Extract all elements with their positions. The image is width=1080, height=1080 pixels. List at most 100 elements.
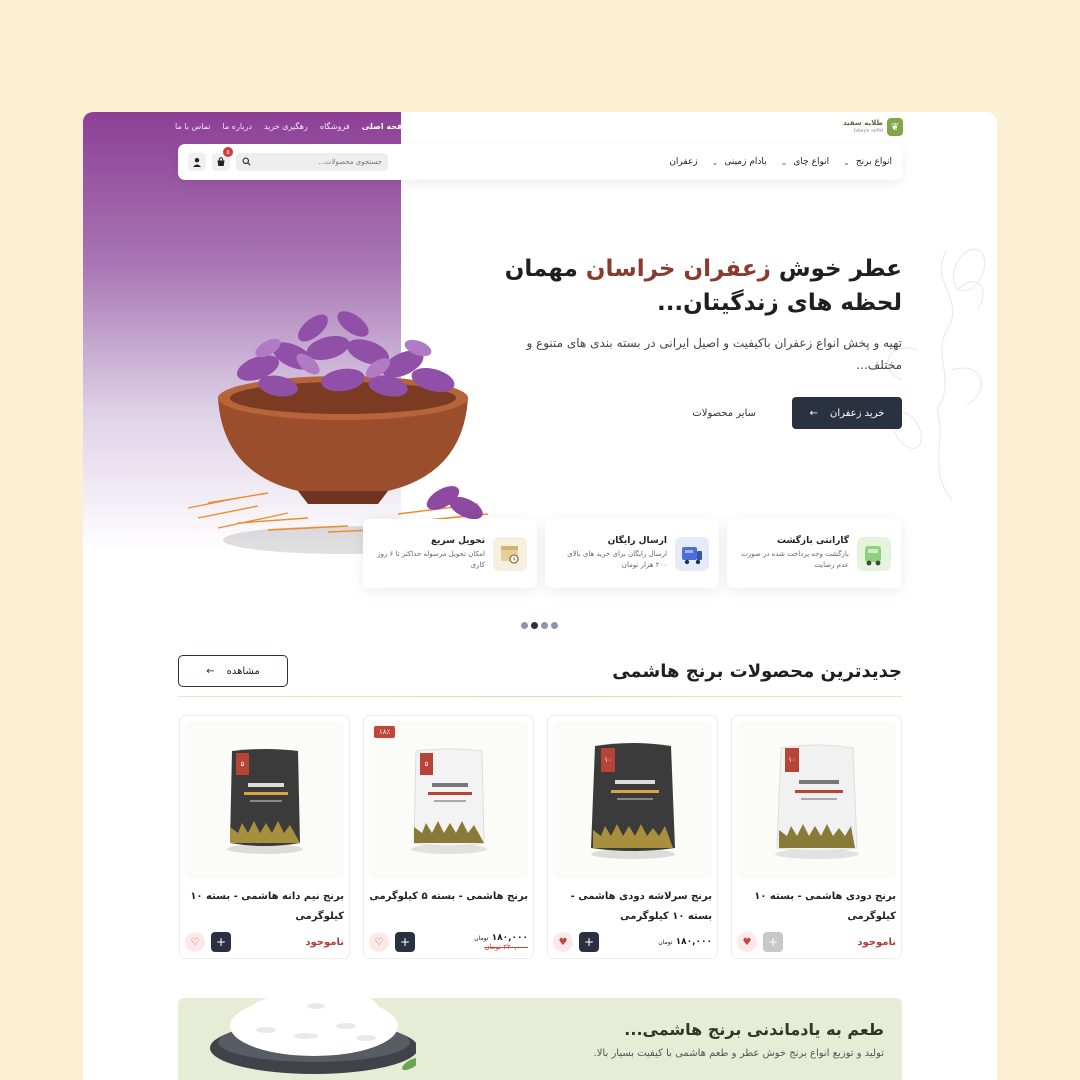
add-to-cart-button[interactable]: + [211, 932, 231, 952]
cart-count-badge: ۵ [223, 147, 233, 157]
add-to-cart-button[interactable]: + [763, 932, 783, 952]
heart-icon[interactable]: ♥ [553, 932, 573, 952]
slider-dot[interactable] [521, 622, 528, 629]
rice-promo-banner: طعم به یادماندنی برنج هاشمی... تولید و ت… [178, 998, 902, 1080]
product-name[interactable]: برنج سرلاشه دودی هاشمی - بسته ۱۰ کیلوگرم… [553, 887, 712, 931]
wheat-logo-icon: ❦ [887, 118, 903, 136]
toplink-shop[interactable]: فروشگاه [320, 122, 350, 131]
browser-page: صفحه اصلی فروشگاه رهگیری خرید درباره ما … [83, 112, 997, 1080]
chevron-down-icon: ⌄ [711, 157, 719, 167]
feature-desc: بازگشت وجه پرداخت شده در صورت عدم رضایت [741, 550, 849, 569]
product-card[interactable]: ۱۰ برنج سرلاشه دودی هاشمی - بسته ۱۰ کیلو… [547, 715, 718, 959]
search-input[interactable] [262, 158, 382, 166]
top-links: صفحه اصلی فروشگاه رهگیری خرید درباره ما … [175, 122, 410, 131]
hero-title: عطر خوش زعفران خراسان مهمان لحظه های زند… [482, 252, 902, 320]
feature-title: گارانتی بازگشت [776, 536, 849, 546]
nav-item-tea[interactable]: انواع چای ⌄ [781, 157, 829, 167]
price-value: ۱۸۰,۰۰۰ [675, 937, 712, 947]
product-name[interactable]: برنج نیم دانه هاشمی - بسته ۱۰ کیلوگرمی [185, 887, 344, 931]
heart-icon[interactable]: ♡ [369, 932, 389, 952]
feature-title: تحویل سریع [430, 536, 485, 546]
heart-icon[interactable]: ♥ [737, 932, 757, 952]
product-footer: ۱۸۰,۰۰۰ تومان ۲۲۰,۰۰۰ تومان ♡ + [369, 932, 528, 952]
out-of-stock-label: ناموجود [305, 936, 344, 948]
feature-desc: ارسال رایگان برای خرید های بالای ۲۰۰ هزا… [567, 550, 667, 569]
price-currency: تومان [658, 939, 673, 946]
svg-text:۵: ۵ [240, 760, 244, 768]
product-image: ۱۰ [553, 721, 712, 879]
price-currency: تومان [474, 935, 489, 942]
svg-text:۱۰: ۱۰ [604, 756, 612, 764]
logo-text: طلایه سفید talaye sefid [843, 119, 883, 135]
hero-buttons: خرید زعفران ← سایر محصولات [692, 397, 902, 429]
product-grid: ۱۰ برنج دودی هاشمی - بسته ۱۰ کیلوگرمی نا… [178, 715, 902, 959]
chevron-down-icon: ⌄ [780, 157, 788, 167]
buy-saffron-label: خرید زعفران [829, 407, 885, 419]
free-shipping-icon [675, 536, 709, 571]
nav-item-peanut[interactable]: بادام زمینی ⌄ [712, 157, 767, 167]
svg-text:۱۰: ۱۰ [788, 756, 796, 764]
product-price: ۱۸۰,۰۰۰ تومان [658, 937, 712, 947]
buy-saffron-button[interactable]: خرید زعفران ← [792, 397, 902, 429]
product-card[interactable]: ۱۰ برنج دودی هاشمی - بسته ۱۰ کیلوگرمی نا… [731, 715, 902, 959]
logo-tagline: talaye sefid [853, 128, 883, 134]
arrow-left-icon: ← [809, 407, 818, 419]
product-price: ۱۸۰,۰۰۰ تومان ۲۲۰,۰۰۰ تومان [474, 933, 528, 951]
nav-label-rice: انواع برنج [855, 157, 892, 167]
feature-title: ارسال رایگان [607, 536, 667, 546]
nav-item-rice[interactable]: انواع برنج ⌄ [843, 157, 892, 167]
product-footer: ناموجود ♥ + [737, 932, 896, 952]
slider-dot[interactable] [541, 622, 548, 629]
product-card[interactable]: ۵ برنج نیم دانه هاشمی - بسته ۱۰ کیلوگرمی… [179, 715, 350, 959]
view-all-button[interactable]: مشاهده ← [178, 655, 288, 687]
search-box[interactable] [236, 153, 388, 171]
main-navbar: ۵ انواع برنج ⌄ انواع چای ⌄ بادام زمینی ⌄ زع… [178, 144, 902, 180]
site-logo[interactable]: طلایه سفید talaye sefid ❦ [843, 118, 903, 136]
feature-desc: امکان تحویل مرسوله حداکثر تا ۶ روز کاری [377, 550, 485, 569]
toplink-about[interactable]: درباره ما [223, 122, 252, 131]
user-icon[interactable] [188, 153, 206, 171]
product-footer: ۱۸۰,۰۰۰ تومان ♥ + [553, 932, 712, 952]
old-price-currency: تومان [484, 943, 501, 951]
nav-label-tea: انواع چای [793, 157, 830, 167]
product-name[interactable]: برنج دودی هاشمی - بسته ۱۰ کیلوگرمی [737, 887, 896, 931]
toplink-contact[interactable]: تماس با ما [175, 122, 211, 131]
chevron-down-icon: ⌄ [843, 157, 850, 167]
toplink-tracking[interactable]: رهگیری خرید [264, 122, 308, 131]
hero-title-start: عطر خوش [770, 256, 902, 282]
product-name[interactable]: برنج هاشمی - بسته ۵ کیلوگرمی [369, 887, 528, 931]
feature-card-delivery: تحویل سریع امکان تحویل مرسوله حداکثر تا ۶… [363, 519, 537, 588]
product-image: ۵ [185, 721, 344, 879]
banner-subtitle: تولید و توزیع انواع برنج خوش عطر و طعم ه… [593, 1048, 884, 1059]
logo-name: طلایه سفید [842, 119, 883, 127]
add-to-cart-button[interactable]: + [395, 932, 415, 952]
heart-icon[interactable]: ♡ [185, 932, 205, 952]
product-card[interactable]: ۱۸٪ ۵ برنج هاشمی - بسته ۵ کیلوگرمی ۱۸۰,۰… [363, 715, 534, 959]
slider-dot-active[interactable] [531, 622, 538, 629]
fast-delivery-icon [493, 536, 527, 571]
svg-text:۵: ۵ [424, 760, 428, 768]
feature-card-shipping: ارسال رایگان ارسال رایگان برای خرید های ب… [545, 519, 719, 588]
nav-label-peanut: بادام زمینی [724, 157, 767, 167]
product-image: ۱۰ [737, 721, 896, 879]
nav-item-saffron[interactable]: زعفران [669, 157, 697, 167]
old-price: ۲۲۰,۰۰۰ [503, 943, 528, 951]
other-products-link[interactable]: سایر محصولات [692, 408, 756, 419]
cart-icon[interactable]: ۵ [212, 147, 233, 171]
feature-card-return: گارانتی بازگشت بازگشت وجه پرداخت شده در ص… [727, 519, 901, 588]
out-of-stock-label: ناموجود [857, 936, 896, 948]
feature-cards: گارانتی بازگشت بازگشت وجه پرداخت شده در ص… [363, 519, 901, 588]
product-image: ۱۸٪ ۵ [369, 721, 528, 879]
nav-label-saffron: زعفران [669, 157, 698, 167]
view-all-label: مشاهده [226, 665, 260, 677]
arrow-left-icon: ← [206, 665, 215, 677]
section-divider [178, 696, 902, 697]
hero-title-accent: زعفران خراسان [585, 256, 771, 282]
search-icon[interactable] [242, 156, 251, 168]
section-title: جدیدترین محصولات برنج هاشمی [612, 660, 902, 682]
discount-badge: ۱۸٪ [374, 726, 396, 738]
return-truck-icon [857, 536, 891, 571]
add-to-cart-button[interactable]: + [579, 932, 599, 952]
slider-dot[interactable] [551, 622, 558, 629]
toplink-home[interactable]: صفحه اصلی [362, 122, 411, 131]
